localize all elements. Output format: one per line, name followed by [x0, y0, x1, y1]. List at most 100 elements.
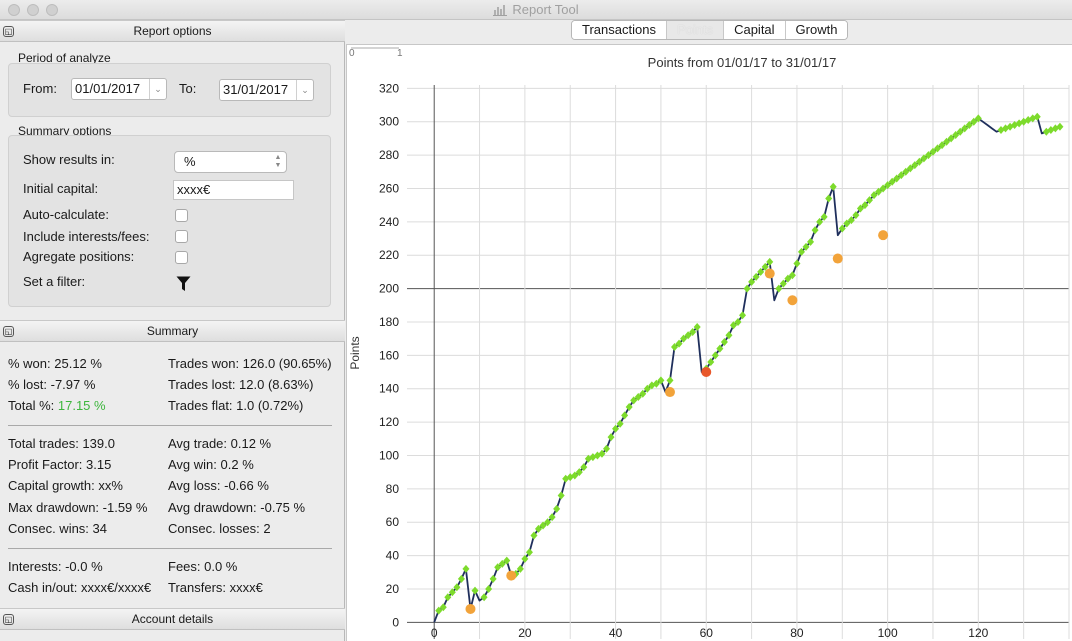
- win-marker[interactable]: [793, 259, 801, 268]
- filter-icon[interactable]: [176, 276, 191, 292]
- win-marker[interactable]: [489, 574, 497, 583]
- y-tick-label: 0: [392, 615, 399, 629]
- from-label: From:: [23, 81, 57, 96]
- chart-frame: 0 1 Points from 01/01/17 to 31/01/17 Poi…: [346, 44, 1072, 641]
- max-loss-marker[interactable]: [701, 367, 712, 378]
- y-tick-label: 300: [379, 115, 399, 129]
- auto-calculate-label: Auto-calculate:: [23, 207, 109, 222]
- agregate-positions-checkbox[interactable]: [175, 251, 188, 264]
- window-title: Report Tool: [512, 2, 579, 17]
- win-marker[interactable]: [825, 194, 833, 203]
- y-tick-label: 140: [379, 382, 399, 396]
- total-trades: Total trades: 139.0: [8, 436, 115, 451]
- lost-percent: % lost: -7.97 %: [8, 377, 96, 392]
- auto-calculate-checkbox[interactable]: [175, 209, 188, 222]
- y-tick-label: 320: [379, 81, 399, 95]
- tab-growth[interactable]: Growth: [785, 21, 848, 39]
- profit-factor: Profit Factor: 3.15: [8, 457, 112, 472]
- summary-divider-1: [8, 425, 332, 426]
- undock-icon[interactable]: ◱: [3, 614, 14, 625]
- y-tick-label: 60: [386, 515, 400, 529]
- y-tick-label: 260: [379, 181, 399, 195]
- loss-marker[interactable]: [664, 387, 675, 398]
- summary-header[interactable]: ◱ Summary: [0, 320, 345, 342]
- y-tick-label: 180: [379, 315, 399, 329]
- loss-marker[interactable]: [832, 253, 843, 264]
- trades-flat: Trades flat: 1.0 (0.72%): [168, 398, 304, 413]
- win-marker[interactable]: [666, 376, 674, 385]
- avg-drawdown: Avg drawdown: -0.75 %: [168, 500, 306, 515]
- loss-marker[interactable]: [787, 295, 798, 306]
- win-marker[interactable]: [471, 586, 479, 595]
- chart-app-icon: [493, 5, 508, 16]
- interests: Interests: -0.0 %: [8, 559, 103, 574]
- to-date-dropdown-icon[interactable]: ⌄: [296, 80, 313, 100]
- total-percent-value: 17.15 %: [57, 398, 106, 413]
- avg-win: Avg win: 0.2 %: [168, 457, 254, 472]
- right-panel: Transactions Points Capital Growth 0 1 P…: [346, 20, 1072, 641]
- from-date-dropdown-icon[interactable]: ⌄: [149, 79, 166, 99]
- select-arrows-icon: ▲ ▼: [274, 154, 282, 169]
- to-label: To:: [179, 81, 197, 96]
- summary-title: Summary: [146, 324, 199, 338]
- window-title-wrap: Report Tool: [0, 2, 1072, 17]
- from-date-value: 01/01/2017: [75, 81, 141, 96]
- win-marker[interactable]: [829, 182, 837, 191]
- x-tick-label: 120: [968, 626, 988, 640]
- max-drawdown: Max drawdown: -1.59 %: [8, 500, 148, 515]
- win-marker[interactable]: [462, 564, 470, 573]
- y-tick-label: 160: [379, 348, 399, 362]
- x-tick-label: 20: [518, 626, 532, 640]
- account-details-title: Account details: [131, 612, 214, 626]
- include-interests-checkbox[interactable]: [175, 230, 188, 243]
- corner-tick-0: 0: [349, 48, 355, 59]
- total-percent: Total %: 17.15 %: [8, 398, 106, 413]
- from-date-field[interactable]: 01/01/2017 ⌄: [71, 78, 167, 100]
- agregate-positions-label: Agregate positions:: [23, 249, 135, 264]
- show-results-label: Show results in:: [23, 152, 115, 167]
- trades-lost: Trades lost: 12.0 (8.63%): [168, 377, 314, 392]
- loss-marker[interactable]: [465, 603, 476, 614]
- tab-capital[interactable]: Capital: [724, 21, 786, 39]
- show-results-select[interactable]: % ▲ ▼: [174, 151, 287, 173]
- points-chart[interactable]: 0 1 Points from 01/01/17 to 31/01/17 Poi…: [347, 45, 1071, 640]
- loss-marker[interactable]: [764, 268, 775, 279]
- tab-points[interactable]: Points: [666, 21, 725, 39]
- chart-title: Points from 01/01/17 to 31/01/17: [648, 55, 837, 70]
- summary-divider-2: [8, 548, 332, 549]
- trades-won: Trades won: 126.0 (90.65%): [168, 356, 332, 371]
- loss-marker[interactable]: [506, 570, 517, 581]
- transfers: Transfers: xxxx€: [168, 580, 263, 595]
- consec-wins: Consec. wins: 34: [8, 521, 107, 536]
- loss-marker[interactable]: [878, 230, 889, 241]
- title-bar: Report Tool: [0, 0, 1072, 20]
- report-options-header[interactable]: ◱ Report options: [0, 20, 345, 42]
- y-axis-label: Points: [348, 336, 362, 369]
- tab-transactions[interactable]: Transactions: [572, 21, 667, 39]
- account-details-header[interactable]: ◱ Account details: [0, 608, 345, 630]
- won-percent: % won: 25.12 %: [8, 356, 102, 371]
- x-tick-label: 100: [878, 626, 898, 640]
- x-tick-label: 40: [609, 626, 623, 640]
- y-tick-label: 100: [379, 448, 399, 462]
- to-date-field[interactable]: 31/01/2017 ⌄: [219, 79, 314, 101]
- x-tick-label: 80: [790, 626, 804, 640]
- y-tick-label: 280: [379, 148, 399, 162]
- win-marker[interactable]: [557, 491, 565, 500]
- y-tick-label: 120: [379, 415, 399, 429]
- avg-loss: Avg loss: -0.66 %: [168, 478, 269, 493]
- y-tick-label: 20: [386, 582, 400, 596]
- y-tick-label: 220: [379, 248, 399, 262]
- undock-icon[interactable]: ◱: [3, 326, 14, 337]
- y-tick-label: 240: [379, 215, 399, 229]
- capital-growth: Capital growth: xx%: [8, 478, 123, 493]
- y-tick-label: 80: [386, 482, 400, 496]
- x-tick-label: 60: [700, 626, 714, 640]
- set-filter-label: Set a filter:: [23, 274, 86, 289]
- report-options-title: Report options: [133, 24, 212, 38]
- initial-capital-input[interactable]: xxxx€: [173, 180, 294, 200]
- avg-trade: Avg trade: 0.12 %: [168, 436, 272, 451]
- corner-tick-1: 1: [397, 48, 403, 59]
- points-line: [433, 115, 1061, 623]
- undock-icon[interactable]: ◱: [3, 26, 14, 37]
